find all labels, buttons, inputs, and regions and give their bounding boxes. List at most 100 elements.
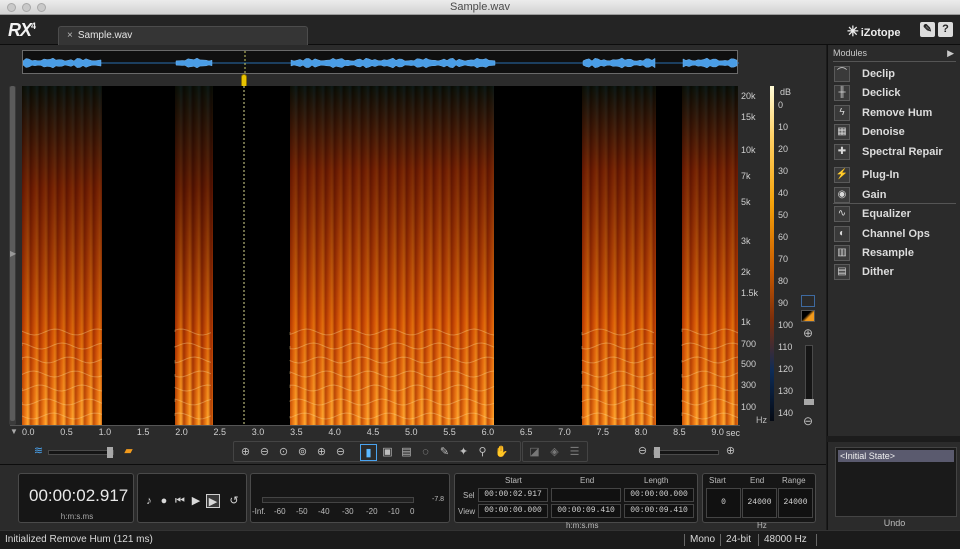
time-tick-label: 2.5 (213, 427, 227, 437)
find-harmonics-icon[interactable]: ◪ (526, 444, 543, 461)
harmonic-band (174, 412, 212, 420)
freq-end-field[interactable]: 24000 (742, 488, 777, 518)
module-label: Resample (862, 247, 914, 259)
db-tick-label: 80 (778, 276, 789, 286)
undo-history-list[interactable]: <Initial State> (835, 447, 957, 517)
rectangle-selection-tool-icon[interactable]: ▣ (379, 444, 396, 461)
db-tick-label: 100 (778, 320, 794, 330)
meter-scale-label: -60 (274, 507, 286, 516)
module-equalizer[interactable]: ∿ Equalizer (834, 205, 959, 223)
window-titlebar: Sample.wav (0, 0, 960, 15)
loop-button[interactable]: ↺ (227, 494, 241, 508)
collapse-arrow-icon[interactable]: ▶ (10, 249, 16, 258)
module-remove-hum[interactable]: ϟ Remove Hum (834, 104, 959, 122)
izotope-logo: ✳ iZotope (847, 23, 901, 39)
zoom-out-horizontal-icon[interactable]: ⊖ (634, 443, 651, 460)
selection-unit: h:m:s.ms (566, 521, 599, 530)
time-tick-label: 1.0 (98, 427, 112, 437)
horizontal-zoom-thumb[interactable] (654, 447, 660, 458)
help-button[interactable]: ? (938, 22, 953, 37)
zoom-in-horizontal-icon[interactable]: ⊕ (722, 443, 739, 460)
frequency-selection-tool-icon[interactable]: ▤ (398, 444, 415, 461)
module-spectral-repair[interactable]: ✚ Spectral Repair (834, 143, 959, 161)
modules-menu-arrow-icon[interactable]: ▶ (947, 48, 954, 59)
skip-to-start-button[interactable]: ⏮ (173, 494, 187, 508)
freq-start-field[interactable]: 0 (706, 488, 741, 518)
sel-length-field[interactable]: 00:00:00.000 (624, 488, 694, 502)
freq-tick-label: 10k (741, 145, 756, 155)
sel-end-field[interactable] (551, 488, 621, 502)
play-selection-button[interactable]: ▶ (206, 494, 220, 508)
time-tick-label: 4.5 (366, 427, 380, 437)
vertical-zoom-slider[interactable] (804, 345, 814, 405)
db-tick-label: 10 (778, 122, 789, 132)
module-dither[interactable]: ▤ Dither (834, 263, 959, 281)
record-button[interactable]: ● (157, 494, 171, 508)
harmonic-band (174, 328, 212, 336)
spectrogram-display[interactable] (22, 86, 738, 425)
zoom-fit-icon[interactable]: ⊚ (294, 444, 311, 461)
module-resample[interactable]: ▥ Resample (834, 244, 959, 262)
zoom-out-time-icon[interactable]: ⊖ (256, 444, 273, 461)
freq-end-header: End (750, 476, 765, 485)
module-gain[interactable]: ◉ Gain (834, 186, 959, 204)
spectral-repair-icon: ✚ (834, 144, 850, 160)
window-title: Sample.wav (450, 1, 510, 13)
freq-range-unit: Hz (757, 521, 767, 530)
zoom-frequency-out-icon[interactable]: ⊖ (332, 444, 349, 461)
zoom-in-vertical-icon[interactable]: ⊕ (802, 327, 814, 339)
spectrogram-waveform-blend-slider[interactable] (48, 447, 114, 458)
frequency-axis: 20k 15k 10k 7k 5k 3k 2k 1.5k 1k 700 500 300 100 (738, 86, 768, 425)
view-start-field[interactable]: 00:00:00.000 (478, 504, 548, 518)
module-declick[interactable]: ╫ Declick (834, 84, 959, 102)
tab-sample-wav[interactable]: × Sample.wav (58, 26, 308, 45)
freq-tick-label: 15k (741, 112, 756, 122)
time-tick-label: 9.0 (711, 427, 724, 437)
module-label: Spectral Repair (862, 146, 943, 158)
time-tick-label: 6.5 (519, 427, 533, 437)
zoom-in-time-icon[interactable]: ⊕ (237, 444, 254, 461)
modules-divider (833, 203, 956, 204)
lasso-tool-icon[interactable]: ◌ (417, 444, 434, 461)
harmonic-band (581, 384, 655, 392)
play-button[interactable]: ▶ (189, 494, 203, 508)
zoom-selection-icon[interactable]: ⊙ (275, 444, 292, 461)
event-list-icon[interactable]: ☰ (566, 444, 583, 461)
find-similar-icon[interactable]: ◈ (546, 444, 563, 461)
harmonic-band (289, 370, 495, 378)
module-declip[interactable]: ⌒ Declip (834, 65, 959, 83)
close-tab-icon[interactable]: × (67, 30, 73, 41)
spectrogram-view-toggle[interactable] (801, 310, 815, 322)
magic-wand-tool-icon[interactable]: ✦ (455, 444, 472, 461)
zoom-frequency-in-icon[interactable]: ⊕ (313, 444, 330, 461)
zoom-out-vertical-icon[interactable]: ⊖ (802, 415, 814, 427)
time-tick-label: 5.0 (405, 427, 418, 437)
waveform-overview[interactable] (22, 50, 739, 75)
module-plug-in[interactable]: ⚡ Plug-In (834, 166, 959, 184)
hand-tool-icon[interactable]: ✋ (493, 444, 510, 461)
magnify-tool-icon[interactable]: ⚲ (474, 444, 491, 461)
sel-start-field[interactable]: 00:00:02.917 (478, 488, 548, 502)
preferences-button[interactable]: ✎ (920, 22, 935, 37)
blend-slider-thumb[interactable] (107, 447, 113, 458)
view-length-field[interactable]: 00:00:09.410 (624, 504, 694, 518)
harmonic-band (681, 342, 738, 350)
vertical-zoom-thumb[interactable] (804, 399, 814, 405)
module-denoise[interactable]: ▦ Denoise (834, 123, 959, 141)
rx-logo: RX4 (8, 20, 36, 40)
time-tick-label: 5.5 (443, 427, 456, 437)
module-channel-ops[interactable]: ◐ Channel Ops (834, 225, 959, 243)
waveform-view-toggle[interactable] (801, 295, 815, 307)
microphone-icon[interactable]: ♪ (142, 494, 156, 508)
harmonic-band (289, 342, 495, 350)
time-tick-label: 6.0 (481, 427, 495, 437)
db-tick-label: 20 (778, 144, 789, 154)
sel-end-header: End (580, 476, 595, 485)
undo-state-item[interactable]: <Initial State> (838, 450, 954, 462)
brush-tool-icon[interactable]: ✎ (436, 444, 453, 461)
time-selection-tool-icon[interactable]: ▮ (360, 444, 377, 461)
view-end-field[interactable]: 00:00:09.410 (551, 504, 621, 518)
horizontal-zoom-slider[interactable] (653, 447, 719, 458)
db-tick-label: 50 (778, 210, 789, 220)
freq-range-field[interactable]: 24000 (778, 488, 813, 518)
